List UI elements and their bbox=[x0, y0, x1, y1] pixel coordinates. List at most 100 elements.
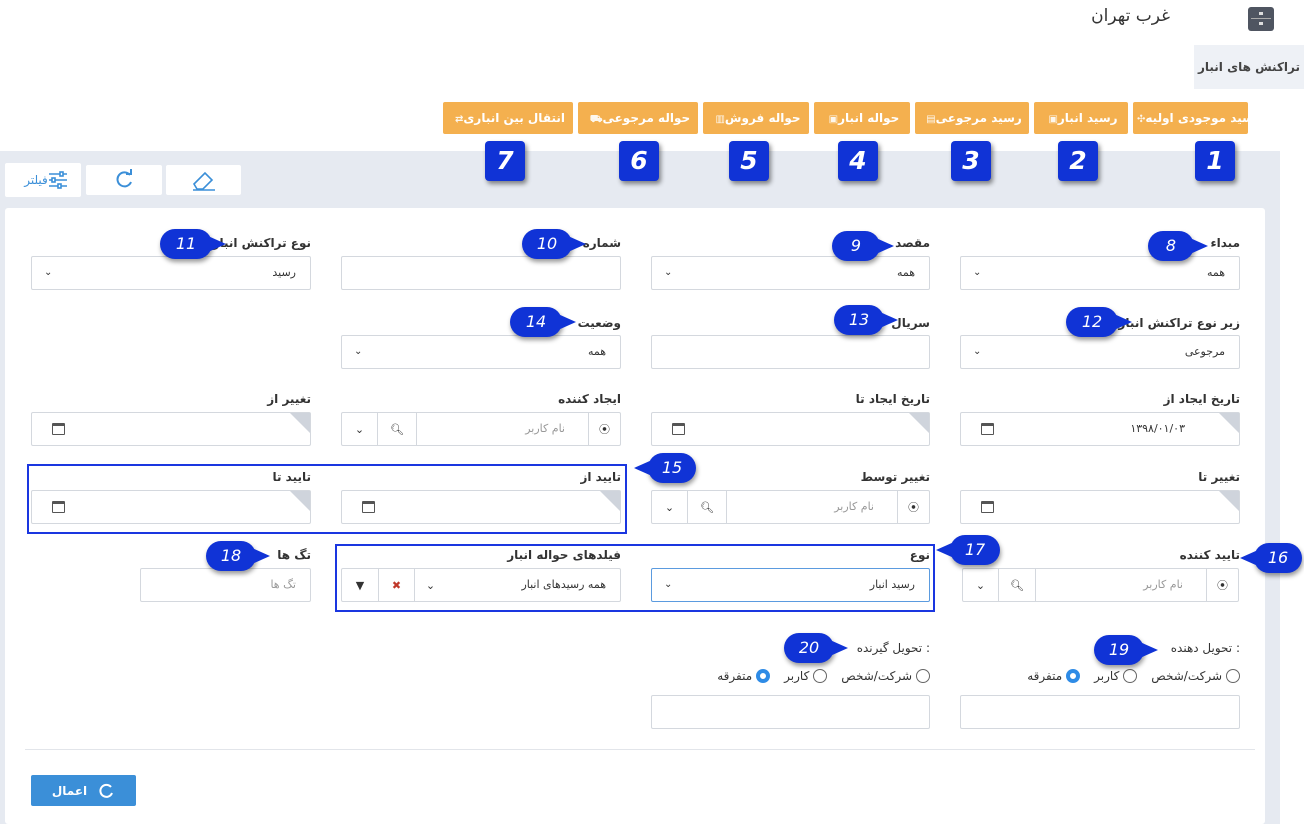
receiver-input[interactable] bbox=[651, 695, 930, 729]
target-icon[interactable]: ⦿ bbox=[588, 413, 620, 445]
search-icon[interactable]: 🔍︎ bbox=[687, 491, 727, 523]
destination-select[interactable]: همه ⌄ bbox=[651, 256, 930, 290]
callout-13: 13 bbox=[834, 305, 898, 335]
sub-type-label: زیر نوع تراکنش انبار bbox=[1118, 316, 1241, 330]
deliverer-label: تحویل دهنده : bbox=[1170, 641, 1240, 655]
tags-input[interactable]: تگ ها bbox=[140, 568, 311, 602]
callout-badge: 2 bbox=[1058, 141, 1098, 181]
refresh-icon bbox=[116, 169, 132, 188]
tx-type-label: نوع تراکنش انبار bbox=[212, 236, 311, 250]
created-to-label: تاریخ ایجاد تا bbox=[855, 392, 930, 406]
receiver-option-misc[interactable]: متفرقه bbox=[717, 668, 771, 683]
clear-filter-button[interactable] bbox=[166, 165, 241, 195]
serial-input[interactable] bbox=[651, 335, 930, 369]
source-select[interactable]: همه ⌄ bbox=[960, 256, 1240, 290]
changed-to-label: تغییر تا bbox=[1198, 470, 1240, 484]
chevron-down-icon: ⌄ bbox=[664, 267, 673, 278]
created-from-label: تاریخ ایجاد از bbox=[1163, 392, 1240, 406]
sub-type-select[interactable]: مرجوعی ⌄ bbox=[960, 335, 1240, 369]
cart-icon: ⛟ bbox=[589, 114, 603, 125]
callout-badge: 5 bbox=[729, 141, 769, 181]
receiver-radio-group: شرکت/شخص کاربر متفرقه bbox=[717, 668, 930, 683]
search-icon[interactable]: 🔍︎ bbox=[377, 413, 417, 445]
filter-tab[interactable]: فیلتر bbox=[5, 163, 81, 197]
approver-label: تایید کننده bbox=[1179, 548, 1240, 562]
refresh-icon bbox=[99, 783, 114, 798]
source-label: مبداء bbox=[1210, 236, 1240, 250]
deliverer-option-user[interactable]: کاربر bbox=[1094, 668, 1138, 683]
chevron-down-icon[interactable]: ⌄ bbox=[963, 569, 998, 601]
deliverer-option-misc[interactable]: متفرقه bbox=[1027, 668, 1081, 683]
callout-9: 9 bbox=[832, 231, 894, 261]
callout-badge: 4 bbox=[838, 141, 878, 181]
chevron-down-icon: ⌄ bbox=[973, 267, 982, 278]
inter-warehouse-transfer-button[interactable]: ⇄انتقال بین انباری bbox=[443, 102, 573, 134]
search-icon[interactable]: 🔍︎ bbox=[998, 569, 1036, 601]
tab-warehouse-transactions[interactable]: تراکنش های انبار bbox=[1194, 45, 1304, 89]
target-icon[interactable]: ⦿ bbox=[897, 491, 929, 523]
receiver-option-user[interactable]: کاربر bbox=[784, 668, 828, 683]
callout-8: 8 bbox=[1148, 231, 1208, 261]
creator-user-picker[interactable]: ⌄ 🔍︎ نام کاربر ⦿ bbox=[341, 412, 621, 446]
approver-user-picker[interactable]: ⌄ 🔍︎ نام کاربر ⦿ bbox=[962, 568, 1239, 602]
divider bbox=[25, 749, 1255, 750]
changed-to-date[interactable] bbox=[960, 490, 1240, 524]
chevron-down-icon[interactable]: ⌄ bbox=[652, 491, 687, 523]
warehouse-remittance-button[interactable]: ▣حواله انبار bbox=[814, 102, 910, 134]
created-to-date[interactable] bbox=[651, 412, 930, 446]
apply-button[interactable]: اعمال bbox=[31, 775, 136, 806]
target-icon[interactable]: ⦿ bbox=[1206, 569, 1238, 601]
transfer-icon: ⇄ bbox=[455, 114, 464, 125]
changed-from-date[interactable] bbox=[31, 412, 311, 446]
highlight-box-kind-fields bbox=[335, 544, 935, 612]
callout-18: 18 bbox=[206, 541, 270, 571]
callout-badge: 6 bbox=[619, 141, 659, 181]
callout-11: 11 bbox=[160, 229, 226, 259]
deliverer-input[interactable] bbox=[960, 695, 1240, 729]
destination-label: مقصد bbox=[895, 236, 930, 250]
calendar-icon bbox=[52, 423, 65, 435]
callout-12: 12 bbox=[1066, 307, 1132, 337]
created-from-date[interactable]: ۱۳۹۸/۰۱/۰۳ bbox=[960, 412, 1240, 446]
callout-10: 10 bbox=[522, 229, 586, 259]
sliders-icon bbox=[48, 171, 67, 189]
sales-remittance-button[interactable]: ▥حواله فروش bbox=[703, 102, 809, 134]
chevron-down-icon: ⌄ bbox=[973, 346, 982, 357]
number-input[interactable] bbox=[341, 256, 621, 290]
callout-badge: 3 bbox=[951, 141, 991, 181]
chevron-down-icon: ⌄ bbox=[354, 346, 363, 357]
callout-badge: 1 bbox=[1195, 141, 1235, 181]
callout-20: 20 bbox=[784, 633, 848, 663]
creator-label: ایجاد کننده bbox=[558, 392, 621, 406]
callout-badge: 7 bbox=[485, 141, 525, 181]
truck-icon: ▣ bbox=[1048, 114, 1058, 125]
changed-by-user-picker[interactable]: ⌄ 🔍︎ نام کاربر ⦿ bbox=[651, 490, 930, 524]
receiver-option-company[interactable]: شرکت/شخص bbox=[841, 668, 930, 683]
deliverer-option-company[interactable]: شرکت/شخص bbox=[1151, 668, 1240, 683]
callout-16: 16 bbox=[1240, 543, 1302, 573]
receipt-icon: ▤ bbox=[926, 114, 936, 125]
warehouse-icon bbox=[1248, 7, 1274, 31]
number-label: شماره bbox=[582, 236, 621, 250]
callout-17: 17 bbox=[936, 535, 1000, 565]
callout-14: 14 bbox=[510, 307, 576, 337]
invoice-icon: ▥ bbox=[715, 114, 725, 125]
chevron-down-icon[interactable]: ⌄ bbox=[342, 413, 377, 445]
eraser-icon bbox=[192, 171, 215, 191]
receiver-label: تحویل گیرنده : bbox=[856, 641, 930, 655]
warehouse-receipt-button[interactable]: ▣رسید انبار bbox=[1034, 102, 1128, 134]
calendar-icon bbox=[672, 423, 685, 435]
tags-label: تگ ها bbox=[277, 548, 311, 562]
deliverer-radio-group: شرکت/شخص کاربر متفرقه bbox=[1027, 668, 1240, 683]
changed-by-label: تغییر توسط bbox=[860, 470, 930, 484]
calendar-icon bbox=[981, 423, 994, 435]
initial-stock-receipt-button[interactable]: ✣رسید موجودی اولیه bbox=[1133, 102, 1261, 134]
tx-type-select[interactable]: رسید ⌄ bbox=[31, 256, 311, 290]
return-remittance-button[interactable]: ⛟حواله مرجوعی bbox=[578, 102, 698, 134]
return-receipt-button[interactable]: ▤رسید مرجوعی bbox=[915, 102, 1029, 134]
truck-icon: ▣ bbox=[828, 114, 839, 125]
callout-19: 19 bbox=[1094, 635, 1158, 665]
refresh-button[interactable] bbox=[86, 165, 162, 195]
status-select[interactable]: همه ⌄ bbox=[341, 335, 621, 369]
changed-from-label: تغییر از bbox=[267, 392, 311, 406]
